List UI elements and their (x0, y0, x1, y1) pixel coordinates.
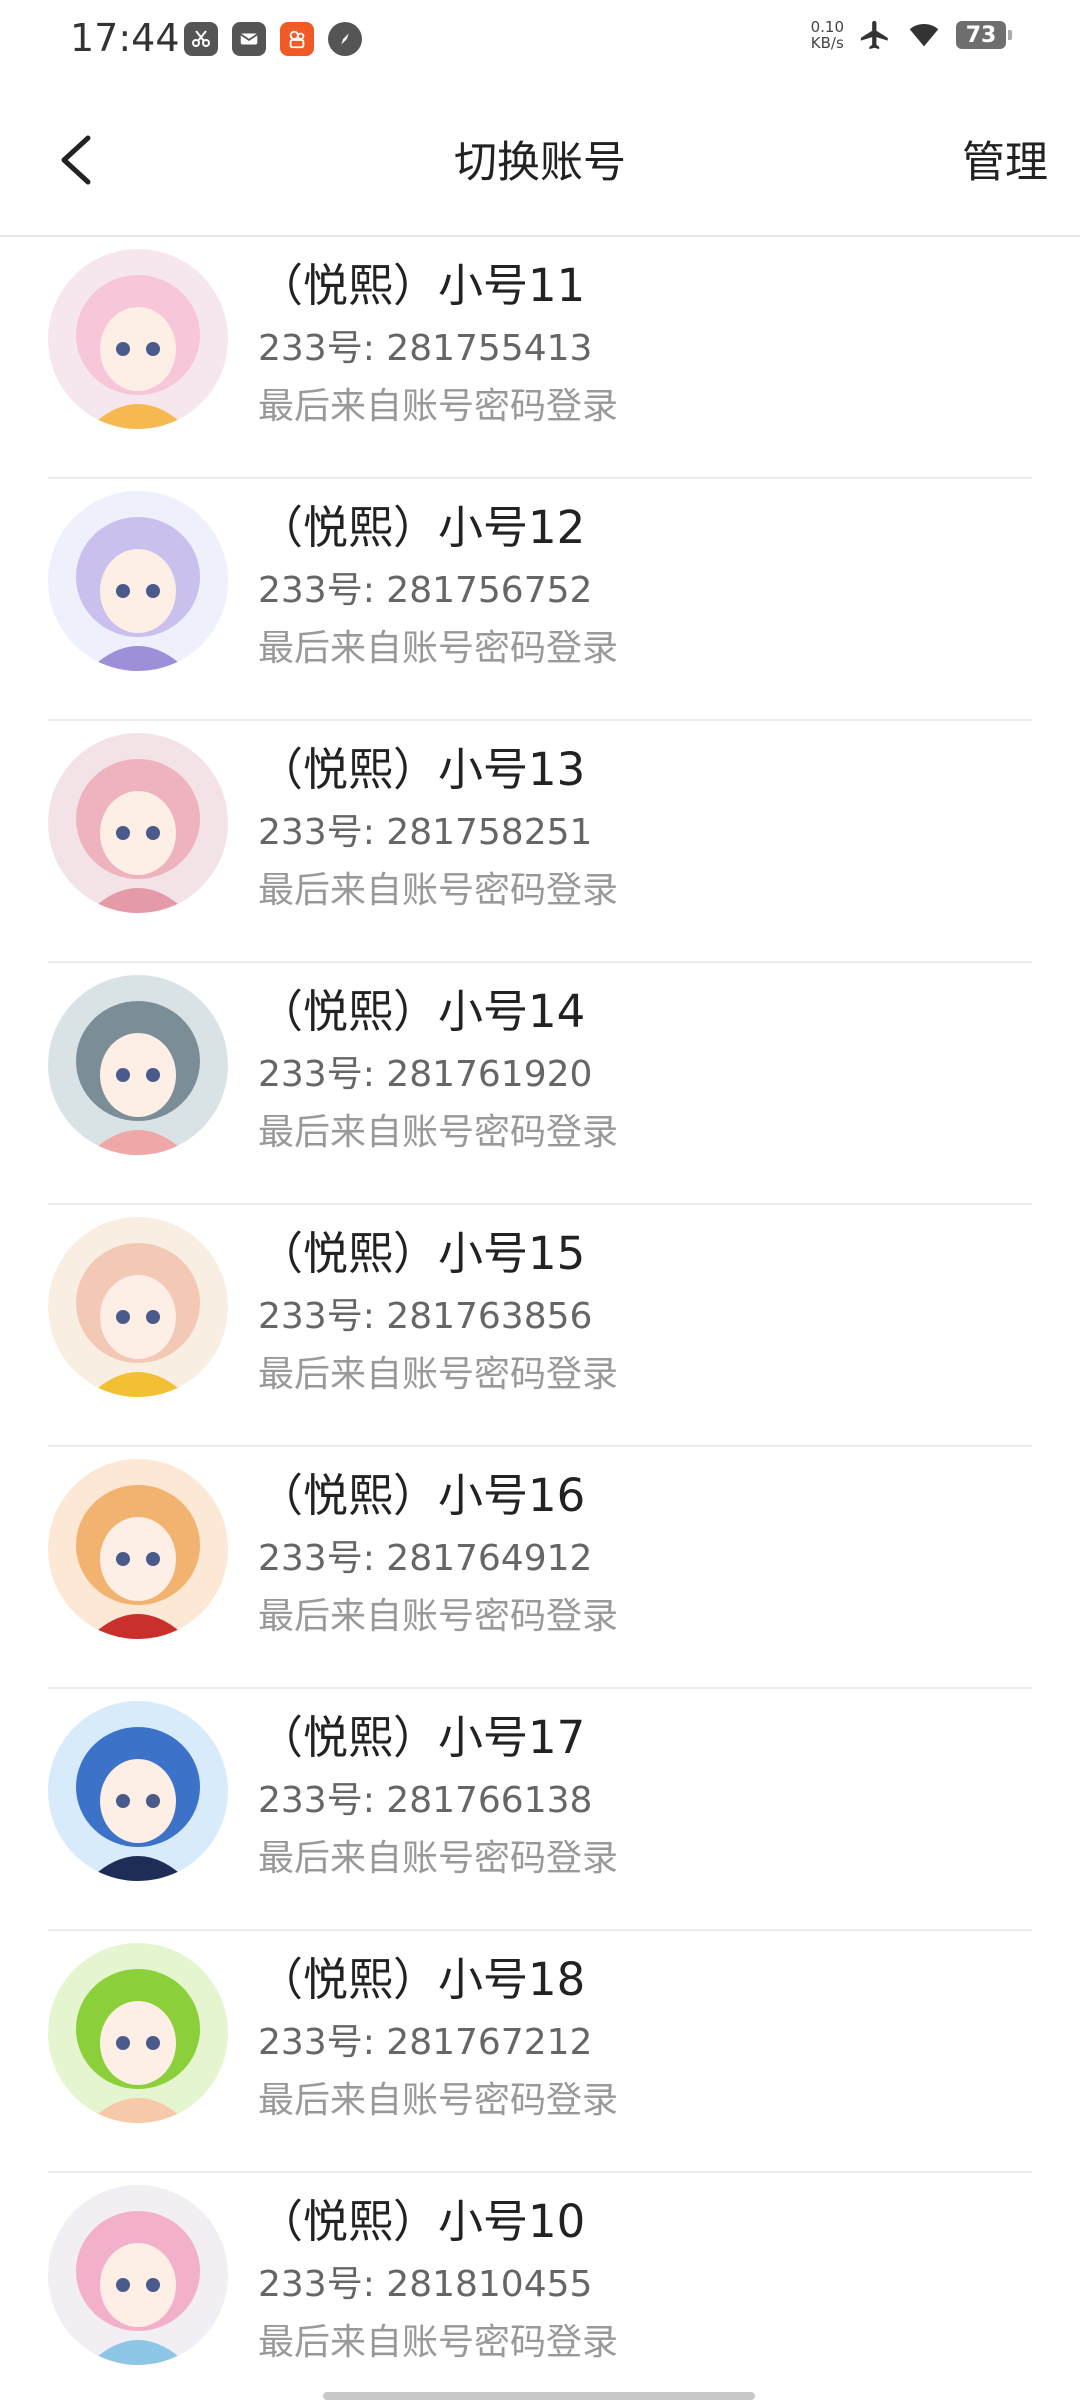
account-name: （悦熙）小号17 (258, 1711, 586, 1764)
account-uid: 233号: 281763856 (258, 1296, 593, 1337)
account-uid: 233号: 281767212 (258, 2022, 593, 2063)
account-last-login: 最后来自账号密码登录 (258, 2080, 619, 2121)
account-uid: 233号: 281756752 (258, 570, 593, 611)
battery-indicator: 73 (956, 21, 1012, 49)
avatar (48, 1217, 228, 1397)
account-last-login: 最后来自账号密码登录 (258, 386, 619, 427)
account-last-login: 最后来自账号密码登录 (258, 870, 619, 911)
avatar (48, 2185, 228, 2365)
account-uid: 233号: 281766138 (258, 1780, 593, 1821)
app-header: 切换账号 管理 (0, 80, 1080, 237)
account-uid: 233号: 281758251 (258, 812, 593, 853)
avatar (48, 975, 228, 1155)
avatar (48, 1943, 228, 2123)
airplane-icon (860, 20, 888, 50)
account-last-login: 最后来自账号密码登录 (258, 1354, 619, 1395)
account-item[interactable]: （悦熙）小号18 233号: 281767212 最后来自账号密码登录 (48, 1931, 1032, 2173)
avatar (48, 733, 228, 913)
home-indicator[interactable] (323, 2392, 755, 2400)
account-name: （悦熙）小号18 (258, 1953, 586, 2006)
mail-icon (232, 22, 266, 56)
account-last-login: 最后来自账号密码登录 (258, 1838, 619, 1879)
account-item[interactable]: （悦熙）小号15 233号: 281763856 最后来自账号密码登录 (48, 1205, 1032, 1447)
account-last-login: 最后来自账号密码登录 (258, 2322, 619, 2363)
account-uid: 233号: 281761920 (258, 1054, 593, 1095)
account-last-login: 最后来自账号密码登录 (258, 1112, 619, 1153)
account-name: （悦熙）小号12 (258, 501, 586, 554)
scissors-icon (184, 22, 218, 56)
compass-icon (328, 22, 362, 56)
status-right: 0.10 KB/s 73 (811, 18, 1012, 52)
net-speed: 0.10 KB/s (811, 19, 844, 51)
avatar (48, 491, 228, 671)
avatar (48, 1459, 228, 1639)
status-bar: 17:44 0.10 KB/s 73 (0, 0, 1080, 80)
account-name: （悦熙）小号13 (258, 743, 586, 796)
account-name: （悦熙）小号15 (258, 1227, 586, 1280)
manage-button[interactable]: 管理 (962, 128, 1048, 190)
page-title: 切换账号 (454, 138, 626, 188)
net-speed-unit: KB/s (810, 34, 844, 52)
account-name: （悦熙）小号14 (258, 985, 586, 1038)
notification-icons (184, 22, 362, 56)
account-item[interactable]: （悦熙）小号16 233号: 281764912 最后来自账号密码登录 (48, 1447, 1032, 1689)
account-item[interactable]: （悦熙）小号17 233号: 281766138 最后来自账号密码登录 (48, 1689, 1032, 1931)
account-last-login: 最后来自账号密码登录 (258, 628, 619, 669)
wifi-icon (909, 24, 939, 47)
account-item[interactable]: （悦熙）小号10 233号: 281810455 最后来自账号密码登录 (48, 2173, 1032, 2408)
account-name: （悦熙）小号16 (258, 1469, 586, 1522)
status-time: 17:44 (70, 16, 180, 60)
switch-account-screen: 17:44 0.10 KB/s 73 切换账号 管理 （悦熙）小号11 233号… (0, 0, 1080, 2408)
net-speed-value: 0.10 (810, 18, 844, 36)
account-uid: 233号: 281764912 (258, 1538, 593, 1579)
account-item[interactable]: （悦熙）小号14 233号: 281761920 最后来自账号密码登录 (48, 963, 1032, 1205)
account-item[interactable]: （悦熙）小号12 233号: 281756752 最后来自账号密码登录 (48, 479, 1032, 721)
account-last-login: 最后来自账号密码登录 (258, 1596, 619, 1637)
app-icon (280, 22, 314, 56)
account-name: （悦熙）小号11 (258, 259, 586, 312)
account-item[interactable]: （悦熙）小号11 233号: 281755413 最后来自账号密码登录 (48, 237, 1032, 479)
account-list: （悦熙）小号11 233号: 281755413 最后来自账号密码登录 （悦熙）… (0, 237, 1080, 2408)
avatar (48, 1701, 228, 1881)
avatar (48, 249, 228, 429)
account-item[interactable]: （悦熙）小号13 233号: 281758251 最后来自账号密码登录 (48, 721, 1032, 963)
account-uid: 233号: 281755413 (258, 328, 593, 369)
account-name: （悦熙）小号10 (258, 2195, 586, 2248)
account-uid: 233号: 281810455 (258, 2264, 593, 2305)
